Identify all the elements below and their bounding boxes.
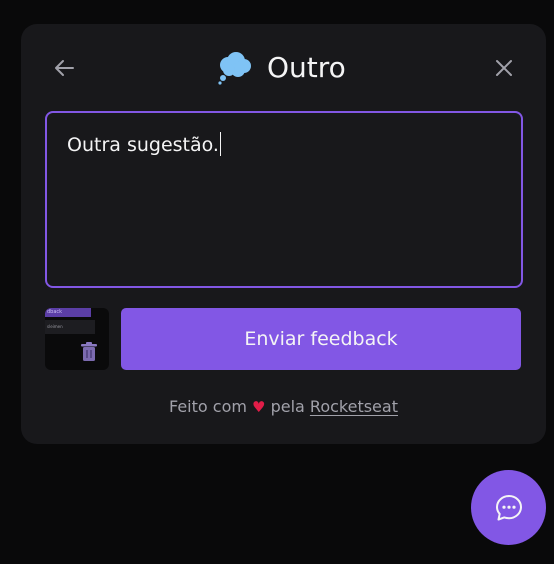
thumbnail-header-text: dback [47,309,63,315]
chat-bubble-icon [495,494,522,520]
rocketseat-link[interactable]: Rocketseat [310,397,398,416]
footer-middle: pela [270,397,305,416]
thought-bubble-icon [218,52,251,85]
widget-title-group: Outro [217,50,346,86]
footer-prefix: Feito com [169,397,247,416]
feedback-widget: Outro Outra sugestão. dback sleimen Envi… [21,24,546,444]
send-feedback-button[interactable]: Enviar feedback [121,308,521,370]
widget-header: Outro [21,24,546,114]
back-button[interactable] [51,55,77,81]
text-caret [219,132,221,156]
heart-icon: ♥ [252,398,266,416]
close-icon [496,60,512,76]
open-feedback-button[interactable] [471,470,546,545]
arrow-left-icon [55,60,74,76]
feedback-textarea[interactable]: Outra sugestão. [45,111,523,288]
close-button[interactable] [491,55,517,81]
trash-icon[interactable] [79,341,99,363]
footer: Feito com ♥ pela Rocketseat [21,396,546,418]
feedback-text-value: Outra sugestão. [67,131,221,159]
feedback-text: Outra sugestão. [67,134,219,156]
screenshot-thumbnail[interactable]: dback sleimen [45,308,109,370]
thumbnail-row-text: sleimen [47,324,63,329]
widget-title: Outro [267,51,346,84]
